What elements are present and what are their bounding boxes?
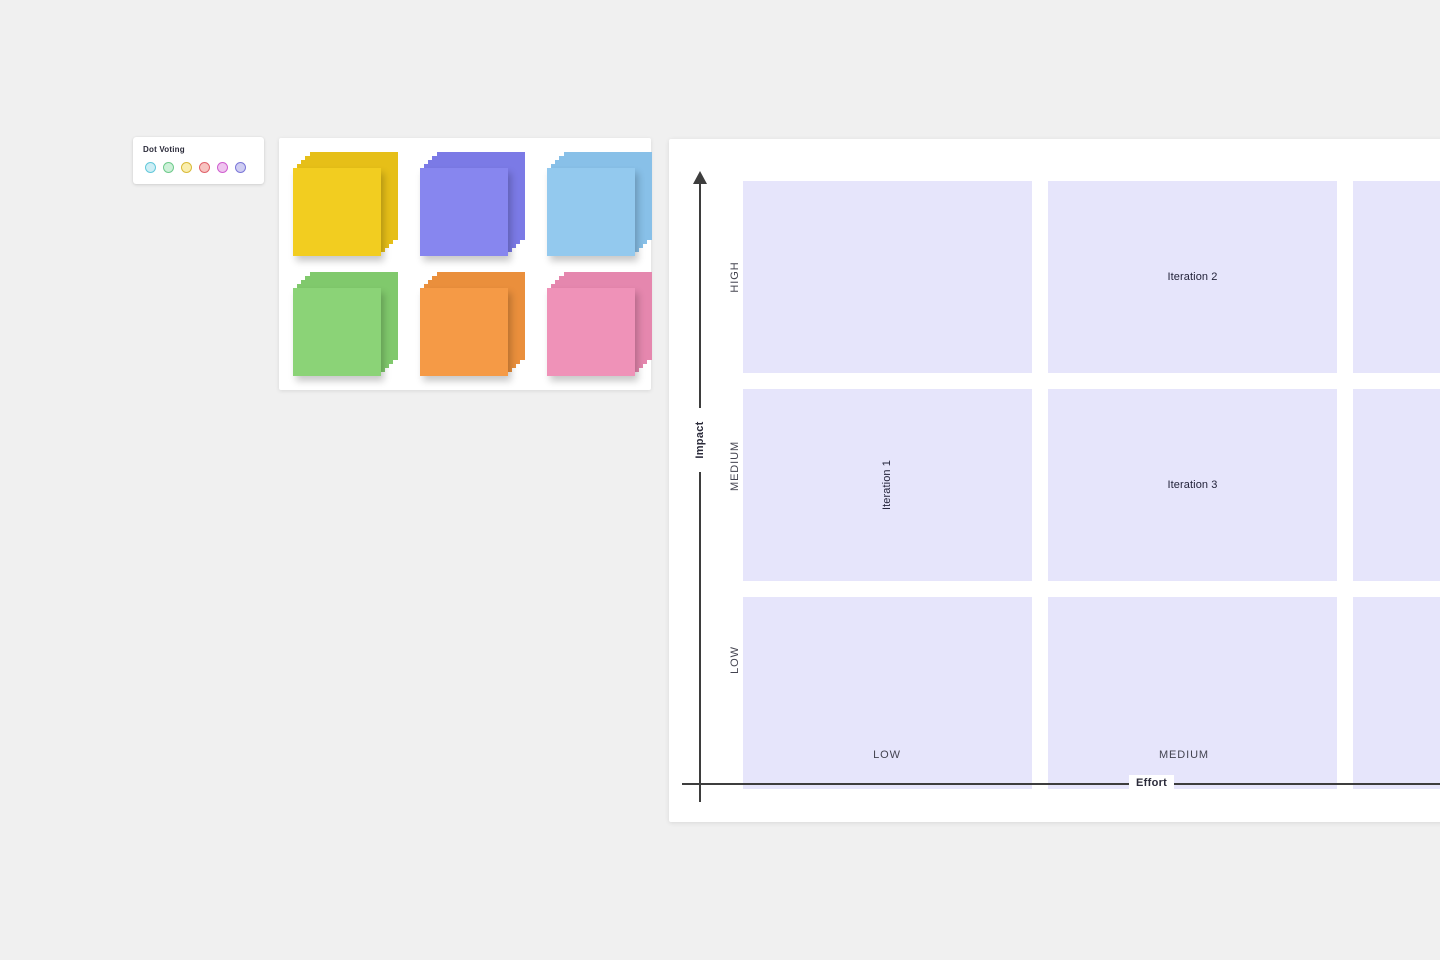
dot-swatch-cyan[interactable] [145, 162, 156, 173]
sticky-stack-yellow[interactable] [293, 152, 420, 272]
dot-voting-swatch-row [143, 162, 254, 173]
sticky-note-sheet [547, 168, 635, 256]
dot-swatch-pink[interactable] [217, 162, 228, 173]
matrix-cell-label: Iteration 2 [1167, 271, 1218, 283]
dot-voting-card[interactable]: Dot Voting [133, 137, 264, 184]
sticky-note-sheet [547, 288, 635, 376]
impact-axis-line [699, 175, 701, 802]
matrix-cell-high-low[interactable] [743, 181, 1032, 373]
dot-swatch-red[interactable] [199, 162, 210, 173]
matrix-cell-label: Iteration 1 [881, 459, 894, 511]
matrix-grid: Iteration 2 Iteration 1 Iteration 3 [743, 181, 1440, 789]
dot-swatch-yellow[interactable] [181, 162, 192, 173]
sticky-stack-blue[interactable] [547, 152, 674, 272]
sticky-notes-grid [293, 152, 674, 392]
impact-tick-high: HIGH [729, 261, 741, 293]
matrix-cell-low-high[interactable] [1353, 597, 1440, 789]
sticky-note-sheet [293, 168, 381, 256]
impact-axis-title: Impact [691, 408, 709, 472]
matrix-cell-medium-medium[interactable]: Iteration 3 [1048, 389, 1337, 581]
sticky-note-sheet [293, 288, 381, 376]
effort-axis-title: Effort [1129, 775, 1175, 792]
sticky-stack-green[interactable] [293, 272, 420, 392]
sticky-note-sheet [420, 288, 508, 376]
impact-effort-matrix-card[interactable]: Impact HIGH MEDIUM LOW Iteration 2 Iterat… [669, 139, 1440, 822]
matrix-cell-label: Iteration 3 [1167, 479, 1218, 491]
matrix-cell-high-medium[interactable]: Iteration 2 [1048, 181, 1337, 373]
impact-tick-low: LOW [729, 646, 741, 674]
impact-tick-medium: MEDIUM [729, 440, 741, 491]
sticky-note-sheet [420, 168, 508, 256]
dot-swatch-green[interactable] [163, 162, 174, 173]
impact-axis-arrow-icon [693, 171, 707, 184]
dot-voting-title: Dot Voting [143, 145, 185, 154]
effort-tick-low: LOW [873, 749, 901, 761]
effort-axis-line [682, 783, 1440, 785]
sticky-stack-periwinkle[interactable] [420, 152, 547, 272]
effort-tick-medium: MEDIUM [1158, 749, 1209, 761]
matrix-cell-high-high[interactable] [1353, 181, 1440, 373]
sticky-stack-pink[interactable] [547, 272, 674, 392]
sticky-stack-orange[interactable] [420, 272, 547, 392]
dot-swatch-purple[interactable] [235, 162, 246, 173]
matrix-cell-medium-high[interactable] [1353, 389, 1440, 581]
sticky-notes-card[interactable] [279, 138, 652, 390]
matrix-cell-medium-low[interactable]: Iteration 1 [743, 389, 1032, 581]
